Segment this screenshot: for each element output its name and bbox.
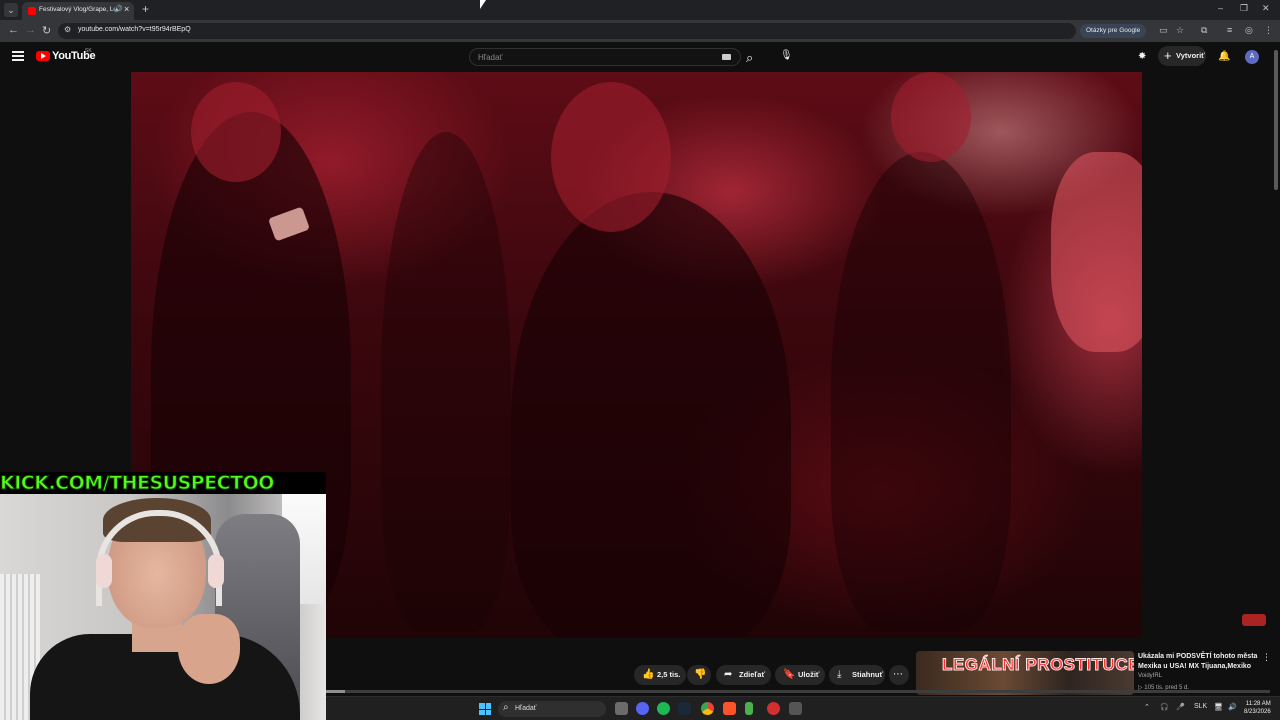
opera-icon[interactable] [767, 702, 780, 715]
dislike-button[interactable]: 👎 [687, 665, 711, 685]
cast-icon[interactable]: ✸ [1138, 51, 1146, 62]
recommended-channel[interactable]: VoidyIRL [1138, 673, 1162, 679]
thumbs-up-icon: 👍 [642, 669, 655, 680]
tab-title: Festivalový Vlog/Grape, Lo... [39, 6, 115, 13]
headphones-icon[interactable]: 🎧 [1160, 703, 1169, 711]
mic-tray-icon[interactable]: 🎤 [1176, 703, 1185, 711]
youtube-logo-icon[interactable] [36, 51, 50, 61]
youtube-header: YouTube SK Hľadať ⌕ 🎙 ✸ Vytvoriť 🔔 A [0, 42, 1280, 72]
media-control-icon[interactable]: ≡ [1227, 25, 1232, 35]
network-icon[interactable]: 🖥 [1214, 703, 1223, 711]
crowd-head [191, 82, 281, 182]
webcam-overlay [0, 494, 326, 720]
progress-track[interactable] [326, 690, 1270, 693]
notifications-bell-icon[interactable]: 🔔 [1218, 51, 1230, 62]
tab-audio-icon[interactable]: 🔊 [114, 5, 123, 13]
chrome-icon[interactable] [701, 702, 714, 715]
tab-close-icon[interactable]: × [124, 4, 129, 14]
download-icon: ⤓ [837, 669, 842, 680]
taskbar-search-input[interactable]: Hľadať [498, 700, 606, 717]
reload-icon[interactable]: ↻ [42, 24, 51, 37]
forward-arrow-icon[interactable]: → [25, 24, 36, 36]
progress-fill [326, 690, 345, 693]
keyboard-icon[interactable] [722, 54, 731, 60]
windows-start-icon[interactable] [479, 703, 491, 715]
task-view-icon[interactable] [615, 702, 628, 715]
clock-time: 11:28 AM [1245, 701, 1271, 707]
share-arrow-icon: ➦ [724, 669, 733, 680]
browser-toolbar: ← → ↻ ⚙ youtube.com/watch?v=t95r94rBEpQ … [0, 20, 1280, 42]
crowd-silhouette [831, 152, 1011, 632]
steam-icon[interactable] [678, 702, 691, 715]
profile-icon[interactable]: ◎ [1245, 25, 1253, 36]
tray-chevron-icon[interactable]: ⌃ [1144, 703, 1150, 711]
like-button[interactable]: 👍 2,5 tis. [634, 665, 686, 685]
recommended-thumbnail[interactable]: LEGÁLNÍ PROSTITUCE [916, 651, 1134, 695]
taskbar-clock[interactable]: 11:28 AM 8/23/2026 [1244, 700, 1271, 716]
crowd-head [1051, 152, 1142, 352]
brave-icon[interactable] [723, 702, 736, 715]
back-arrow-icon[interactable]: ← [8, 24, 19, 36]
search-placeholder: Hľadať [478, 53, 503, 62]
download-label: Stiahnuť [852, 670, 884, 679]
recommended-title[interactable]: Ukázala mi PODSVĚTÍ tohoto města Mexika … [1138, 652, 1268, 672]
country-code: SK [85, 48, 92, 54]
window-minimize-button[interactable]: – [1218, 3, 1223, 13]
crowd-head [551, 82, 671, 232]
volume-icon[interactable]: 🔊 [1228, 703, 1237, 711]
video-watermark-icon [1242, 614, 1266, 626]
share-button[interactable]: ➦ Zdieľať [716, 665, 771, 685]
bookmark-star-icon[interactable]: ☆ [1176, 25, 1184, 36]
google-questions-chip[interactable]: Otázky pre Google [1080, 24, 1147, 38]
url-text: youtube.com/watch?v=t95r94rBEpQ [78, 26, 191, 33]
scrollbar-thumb[interactable] [1274, 50, 1278, 190]
tab-search-icon[interactable]: ⌄ [4, 3, 18, 17]
spotify-icon[interactable] [657, 702, 670, 715]
headset-earcup [96, 554, 112, 588]
youtube-favicon-icon [28, 7, 36, 15]
file-icon[interactable] [745, 702, 753, 715]
windows-taskbar: Hľadať ⌃ 🎧 🎤 SLK 🖥 🔊 11:28 AM 8/23/2026 [326, 696, 1280, 720]
extensions-icon[interactable]: ⧉ [1201, 25, 1207, 36]
crowd-silhouette [381, 132, 511, 632]
window-close-button[interactable]: ✕ [1262, 3, 1270, 14]
share-label: Zdieľať [739, 670, 766, 679]
search-icon[interactable]: ⌕ [746, 50, 753, 66]
browser-menu-icon[interactable]: ⋮ [1264, 25, 1273, 36]
new-tab-button[interactable]: + [142, 2, 149, 16]
like-count: 2,5 tis. [657, 670, 681, 679]
browser-tab-strip: ⌄ Festivalový Vlog/Grape, Lo... 🔊 × + – … [0, 0, 1280, 20]
microphone-icon[interactable]: 🎙 [780, 50, 793, 61]
address-bar[interactable]: ⚙ youtube.com/watch?v=t95r94rBEpQ [58, 23, 1076, 39]
site-info-icon[interactable]: ⚙ [64, 25, 71, 34]
search-input[interactable]: Hľadať [469, 48, 741, 66]
avatar[interactable]: A [1245, 50, 1259, 64]
browser-tab-active[interactable]: Festivalový Vlog/Grape, Lo... 🔊 × [22, 2, 134, 20]
thumbs-down-icon: 👎 [694, 669, 707, 680]
crowd-head [891, 72, 971, 162]
mouse-cursor-icon [480, 0, 486, 9]
more-actions-button[interactable]: ⋯ [889, 665, 909, 685]
page-scrollbar[interactable] [1272, 42, 1280, 696]
more-horizontal-icon: ⋯ [893, 669, 903, 680]
crowd-silhouette [511, 192, 791, 638]
install-app-icon[interactable]: ▭ [1159, 25, 1168, 36]
hamburger-menu-icon[interactable] [12, 51, 24, 61]
cam-hand [178, 614, 240, 684]
save-button[interactable]: 🔖 Uložiť [775, 665, 825, 685]
thumbnail-text: LEGÁLNÍ PROSTITUCE [942, 655, 1134, 675]
download-button[interactable]: ⤓ Stiahnuť [829, 665, 885, 685]
kick-url-banner: KICK.COM/THESUSPECTOO [0, 472, 326, 494]
language-indicator[interactable]: SLK [1194, 703, 1207, 710]
window-restore-button[interactable]: ❐ [1240, 3, 1248, 14]
save-label: Uložiť [798, 670, 820, 679]
discord-icon[interactable] [636, 702, 649, 715]
obs-icon[interactable] [789, 702, 802, 715]
create-button[interactable]: Vytvoriť [1158, 46, 1206, 66]
clock-date: 8/23/2026 [1244, 709, 1271, 715]
headset-earcup [208, 554, 224, 588]
recommended-menu-icon[interactable]: ⋮ [1262, 652, 1271, 663]
bookmark-icon: 🔖 [783, 669, 796, 680]
